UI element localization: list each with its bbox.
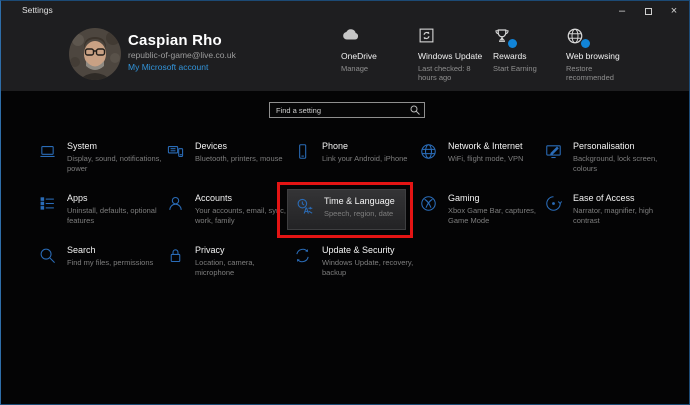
quick-action-rewards[interactable]: Rewards Start Earning (493, 27, 563, 73)
maximize-button[interactable] (635, 1, 661, 21)
tile-subtitle: Speech, region, date (324, 209, 405, 219)
tile-subtitle: Location, camera, microphone (195, 258, 291, 278)
apps-icon (39, 195, 56, 212)
tile-subtitle: Xbox Game Bar, captures, Game Mode (448, 206, 544, 226)
tile-title: Network & Internet (448, 141, 544, 151)
tile-title: Gaming (448, 193, 544, 203)
update-security-icon (294, 247, 311, 264)
tile-title: Privacy (195, 245, 291, 255)
quick-action-sublabel: Manage (341, 64, 411, 73)
tile-update-security[interactable]: Update & Security Windows Update, recove… (294, 245, 418, 291)
tile-title: Accounts (195, 193, 291, 203)
tile-network[interactable]: Network & Internet WiFi, flight mode, VP… (420, 141, 544, 187)
tile-subtitle: Narrator, magnifier, high contrast (573, 206, 669, 226)
network-internet-icon (420, 143, 437, 160)
tile-apps[interactable]: Apps Uninstall, defaults, optional featu… (39, 193, 163, 239)
tile-title: Search (67, 245, 163, 255)
tile-system[interactable]: System Display, sound, notifications, po… (39, 141, 163, 187)
maximize-icon (645, 8, 652, 15)
tile-title: Devices (195, 141, 291, 151)
tile-time-language[interactable]: A Time & Language Speech, region, date (287, 189, 406, 230)
devices-icon (167, 143, 184, 160)
tile-privacy[interactable]: Privacy Location, camera, microphone (167, 245, 291, 291)
tile-search[interactable]: Search Find my files, permissions (39, 245, 163, 291)
system-icon (39, 143, 56, 160)
quick-action-label: Web browsing (566, 51, 636, 61)
quick-action-sublabel: Restore recommended (566, 64, 636, 83)
phone-icon (294, 143, 311, 160)
search-box (269, 102, 425, 118)
tile-phone[interactable]: Phone Link your Android, iPhone (294, 141, 418, 187)
avatar-photo (69, 28, 121, 80)
ease-of-access-icon (545, 195, 562, 212)
quick-action-sublabel: Last checked: 8 hours ago (418, 64, 488, 83)
tile-ease-of-access[interactable]: Ease of Access Narrator, magnifier, high… (545, 193, 669, 239)
personalisation-icon (545, 143, 562, 160)
notification-dot (508, 39, 517, 48)
quick-action-windows-update[interactable]: Windows Update Last checked: 8 hours ago (418, 27, 488, 83)
tile-title: Apps (67, 193, 163, 203)
tile-title: Update & Security (322, 245, 418, 255)
tile-subtitle: Bluetooth, printers, mouse (195, 154, 291, 164)
settings-window: Settings – × Caspian Rho republic-of-gam… (0, 0, 690, 405)
quick-action-sublabel: Start Earning (493, 64, 563, 73)
quick-action-label: Rewards (493, 51, 563, 61)
tile-title: System (67, 141, 163, 151)
window-title: Settings (22, 5, 53, 15)
close-icon: × (671, 5, 677, 17)
tile-personalisation[interactable]: Personalisation Background, lock screen,… (545, 141, 669, 187)
tile-gaming[interactable]: Gaming Xbox Game Bar, captures, Game Mod… (420, 193, 544, 239)
quick-action-onedrive[interactable]: OneDrive Manage (341, 27, 411, 73)
notification-dot (581, 39, 590, 48)
tile-accounts[interactable]: Accounts Your accounts, email, sync, wor… (167, 193, 291, 239)
search-icon (408, 104, 422, 116)
rewards-trophy-icon (493, 27, 513, 45)
profile-email: republic-of-game@live.co.uk (128, 50, 236, 60)
profile-name: Caspian Rho (128, 32, 222, 49)
tile-subtitle: Link your Android, iPhone (322, 154, 418, 164)
tile-title: Phone (322, 141, 418, 151)
avatar (69, 28, 121, 80)
accounts-icon (167, 195, 184, 212)
time-language-icon: A (296, 198, 313, 215)
quick-action-web-browsing[interactable]: Web browsing Restore recommended (566, 27, 636, 83)
search-category-icon (39, 247, 56, 264)
microsoft-account-link[interactable]: My Microsoft account (128, 62, 208, 72)
tile-subtitle: Your accounts, email, sync, work, family (195, 206, 291, 226)
onedrive-cloud-icon (341, 27, 361, 45)
tile-title: Time & Language (324, 196, 405, 206)
tile-subtitle: Display, sound, notifications, power (67, 154, 163, 174)
tile-subtitle: Background, lock screen, colours (573, 154, 669, 174)
gaming-xbox-icon (420, 195, 437, 212)
minimize-button[interactable]: – (609, 1, 635, 21)
windows-update-icon (418, 27, 438, 45)
quick-action-label: Windows Update (418, 51, 488, 61)
privacy-lock-icon (167, 247, 184, 264)
tile-subtitle: WiFi, flight mode, VPN (448, 154, 544, 164)
minimize-icon: – (619, 5, 625, 17)
web-browsing-globe-icon (566, 27, 586, 45)
quick-action-label: OneDrive (341, 51, 411, 61)
tile-devices[interactable]: Devices Bluetooth, printers, mouse (167, 141, 291, 187)
tile-title: Ease of Access (573, 193, 669, 203)
close-button[interactable]: × (661, 1, 687, 21)
tile-title: Personalisation (573, 141, 669, 151)
search-input[interactable] (270, 103, 408, 117)
tile-subtitle: Windows Update, recovery, backup (322, 258, 418, 278)
tile-subtitle: Find my files, permissions (67, 258, 163, 268)
tile-subtitle: Uninstall, defaults, optional features (67, 206, 163, 226)
window-controls: – × (609, 1, 687, 21)
